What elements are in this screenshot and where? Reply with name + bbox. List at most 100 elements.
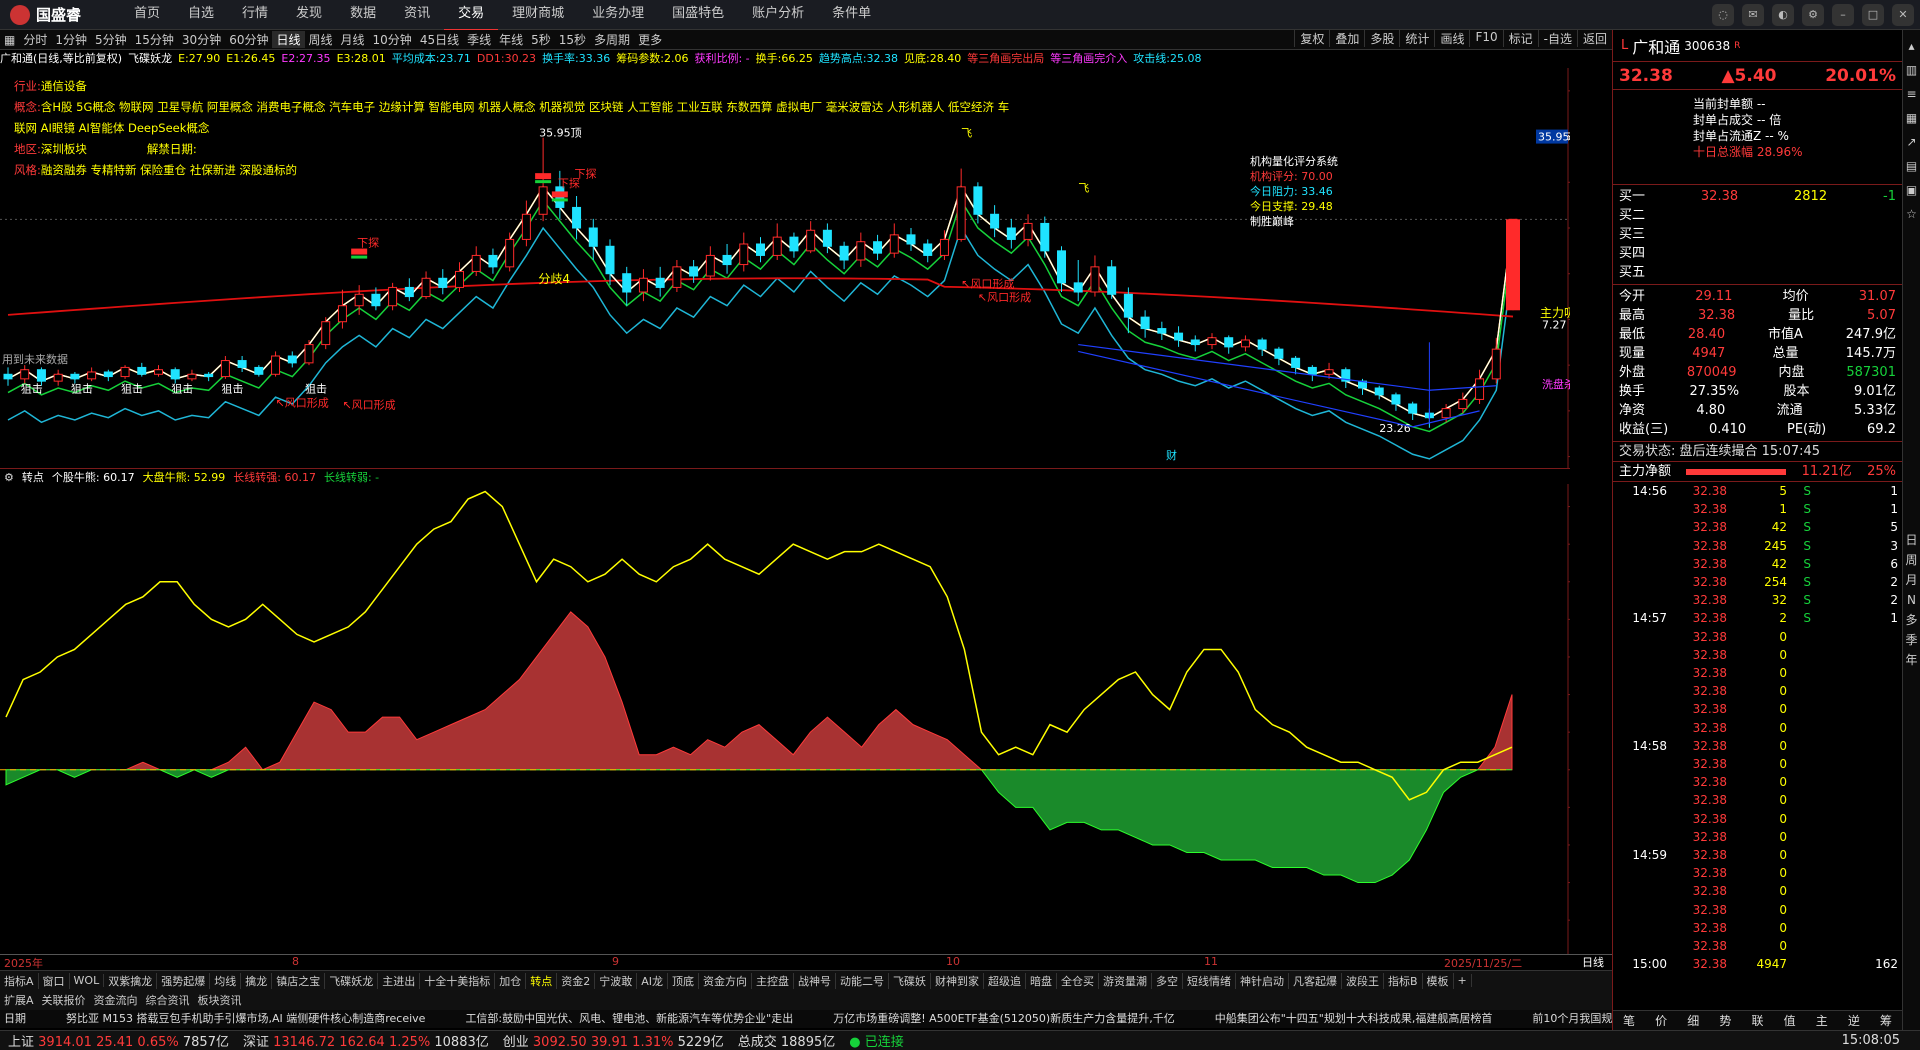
info-tab[interactable]: 板块资讯: [194, 992, 246, 1008]
chart-tool-6[interactable]: 标记: [1502, 30, 1538, 47]
indicator-tab[interactable]: 双紫擒龙: [104, 972, 158, 989]
nav-item-1[interactable]: 自选: [174, 0, 228, 31]
indicator-tab[interactable]: 短线情绪: [1183, 972, 1236, 989]
indicator-tab[interactable]: 强势起爆: [157, 972, 211, 989]
indicator-tab[interactable]: 神针启动: [1236, 972, 1289, 989]
indicator-tab[interactable]: 资金2: [557, 972, 596, 989]
chart-tool-0[interactable]: 复权: [1294, 30, 1329, 47]
cycle-item[interactable]: 月: [1903, 570, 1920, 590]
nav-item-9[interactable]: 国盛特色: [658, 0, 738, 31]
period-4[interactable]: 30分钟: [178, 31, 225, 48]
star-icon[interactable]: ☆: [1903, 202, 1920, 226]
buy-level[interactable]: 买五: [1613, 263, 1902, 282]
chart-tool-4[interactable]: 画线: [1434, 30, 1469, 47]
period-11[interactable]: 季线: [463, 31, 495, 48]
nav-item-7[interactable]: 理财商城: [498, 0, 578, 31]
chat-icon[interactable]: ◌: [1712, 4, 1734, 26]
indicator-tab[interactable]: 指标B: [1384, 972, 1423, 989]
arrow-up-icon[interactable]: ▴: [1903, 34, 1920, 58]
info-tab[interactable]: 扩展A: [0, 992, 38, 1008]
kline-icon[interactable]: ▦: [1903, 106, 1920, 130]
chart-tool-3[interactable]: 统计: [1399, 30, 1434, 47]
nav-item-5[interactable]: 资讯: [390, 0, 444, 31]
period-10[interactable]: 45日线: [416, 31, 463, 48]
buy-level[interactable]: 买二: [1613, 206, 1902, 225]
indicator-tab[interactable]: 转点: [526, 972, 558, 989]
news-item[interactable]: 努比亚 M153 搭载豆包手机助手引爆市场,AI 端侧硬件核心制造商receiv…: [66, 1010, 425, 1028]
nav-item-4[interactable]: 数据: [336, 0, 390, 31]
settings-icon[interactable]: ⚙: [1802, 4, 1824, 26]
chart-tool-1[interactable]: 叠加: [1329, 30, 1364, 47]
quote-tab[interactable]: 细: [1687, 1012, 1699, 1029]
buy-level[interactable]: 买三: [1613, 225, 1902, 244]
indicator-tab[interactable]: 暗盘: [1026, 972, 1057, 989]
maximize-icon[interactable]: □: [1862, 4, 1884, 26]
nav-item-3[interactable]: 发现: [282, 0, 336, 31]
news-item[interactable]: 日期: [4, 1010, 26, 1028]
nav-item-0[interactable]: 首页: [120, 0, 174, 31]
minimize-icon[interactable]: –: [1832, 4, 1854, 26]
indicator-tab[interactable]: 模板: [1423, 972, 1454, 989]
nav-item-6[interactable]: 交易: [444, 0, 499, 31]
indicator-tab[interactable]: 超级追: [984, 972, 1026, 989]
skin-icon[interactable]: ◐: [1772, 4, 1794, 26]
info-tab[interactable]: 关联报价: [38, 992, 90, 1008]
indicator-tab[interactable]: 均线: [210, 972, 242, 989]
quote-tab[interactable]: 价: [1655, 1012, 1667, 1029]
chart-tool-7[interactable]: -自选: [1537, 30, 1577, 47]
indicator-tab[interactable]: 波段王: [1342, 972, 1384, 989]
indicator-tab[interactable]: AI龙: [637, 972, 668, 989]
period-14[interactable]: 15秒: [555, 31, 590, 48]
quote-tab[interactable]: 筹: [1880, 1012, 1892, 1029]
chart-tool-5[interactable]: F10: [1469, 30, 1502, 47]
period-7[interactable]: 周线: [305, 31, 337, 48]
indicator-tab[interactable]: 加仓: [495, 972, 527, 989]
news-item[interactable]: 万亿市场重磅调整! A500ETF基金(512050)新质生产力含量提升,千亿: [833, 1010, 1175, 1028]
indicator-tab[interactable]: 战神号: [794, 972, 836, 989]
buy-level[interactable]: 买一 32.38 2812 -1: [1613, 187, 1902, 206]
nav-item-10[interactable]: 账户分析: [738, 0, 818, 31]
indicator-tab[interactable]: +: [1454, 974, 1472, 987]
cycle-item[interactable]: 周: [1903, 550, 1920, 570]
period-16[interactable]: 更多: [634, 31, 666, 48]
period-15[interactable]: 多周期: [590, 31, 634, 48]
indicator-tab[interactable]: 财神到家: [931, 972, 984, 989]
cycle-item[interactable]: 多: [1903, 610, 1920, 630]
chart-tool-2[interactable]: 多股: [1364, 30, 1399, 47]
indicator-tab[interactable]: 宁波敢: [595, 972, 638, 989]
indicator-tab[interactable]: 多空: [1152, 972, 1183, 989]
calc-icon[interactable]: ▣: [1903, 178, 1920, 202]
indicator-tab[interactable]: 全仓买: [1057, 972, 1099, 989]
news-item[interactable]: 工信部:鼓励中国光伏、风电、锂电池、新能源汽车等优势企业"走出: [465, 1010, 793, 1028]
period-3[interactable]: 15分钟: [131, 31, 178, 48]
quote-tab[interactable]: 联: [1751, 1012, 1763, 1029]
cycle-item[interactable]: 季: [1903, 630, 1920, 650]
quote-tab[interactable]: 笔: [1623, 1012, 1635, 1029]
buy-level[interactable]: 买四: [1613, 244, 1902, 263]
indicator-tab[interactable]: 顶底: [668, 972, 699, 989]
indicator-tab[interactable]: 主进出: [378, 972, 421, 989]
chart-icon[interactable]: ▥: [1903, 58, 1920, 82]
quote-tab[interactable]: 逆: [1848, 1012, 1860, 1029]
nav-item-8[interactable]: 业务办理: [578, 0, 658, 31]
period-6[interactable]: 日线: [272, 31, 305, 48]
trend-icon[interactable]: ↗: [1903, 130, 1920, 154]
period-9[interactable]: 10分钟: [369, 31, 416, 48]
indicator-tab[interactable]: 擒龙: [241, 972, 273, 989]
close-icon[interactable]: ✕: [1892, 4, 1914, 26]
period-2[interactable]: 5分钟: [91, 31, 131, 48]
period-0[interactable]: 分时: [19, 31, 51, 48]
indicator-tab[interactable]: 镇店之宝: [272, 972, 326, 989]
cycle-item[interactable]: 日: [1903, 530, 1920, 550]
quote-tab[interactable]: 主: [1816, 1012, 1828, 1029]
cycle-item[interactable]: N: [1903, 590, 1920, 610]
cycle-item[interactable]: 年: [1903, 650, 1920, 670]
indicator-tab[interactable]: 游资量潮: [1099, 972, 1152, 989]
quote-tab[interactable]: 值: [1784, 1012, 1796, 1029]
indicator-tab[interactable]: 动能二号: [836, 972, 889, 989]
list-icon[interactable]: ≡: [1903, 82, 1920, 106]
indicator-tab[interactable]: 飞碟妖: [889, 972, 931, 989]
tick-list[interactable]: 14:56 32.38 5 S 1 32.38 1 S 1 32.38 42 S 5 32.38 245 S 3…: [1613, 482, 1902, 973]
period-13[interactable]: 5秒: [527, 31, 555, 48]
indicator-tab[interactable]: WOL: [70, 974, 105, 987]
